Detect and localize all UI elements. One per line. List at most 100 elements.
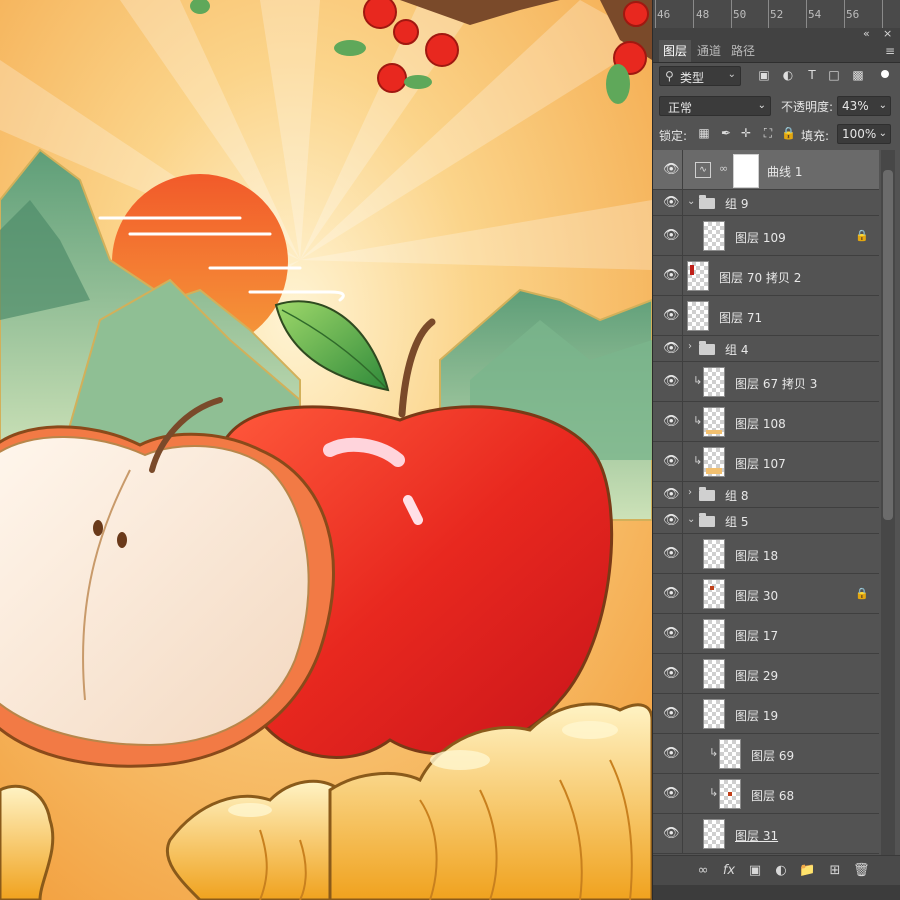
- layer-mask-thumbnail[interactable]: [733, 154, 759, 188]
- layer-name[interactable]: 图层 19: [735, 707, 778, 724]
- lock-position-icon[interactable]: ✛: [739, 126, 753, 140]
- image-filter-icon[interactable]: ▣: [757, 68, 771, 82]
- layer-name[interactable]: 图层 30: [735, 587, 778, 604]
- layer-name[interactable]: 图层 70 拷贝 2: [719, 269, 801, 286]
- layer-name[interactable]: 图层 31: [735, 827, 778, 844]
- tab-paths[interactable]: 路径: [727, 40, 759, 62]
- group-name[interactable]: 组 5: [725, 513, 748, 530]
- shape-filter-icon[interactable]: □: [827, 68, 841, 82]
- layer-row-68[interactable]: 👁 ↳ 图层 68: [653, 774, 879, 814]
- layer-row-17[interactable]: 👁 图层 17: [653, 614, 879, 654]
- layer-row-18[interactable]: 👁 图层 18: [653, 534, 879, 574]
- opacity-input[interactable]: 43% ⌄: [837, 96, 891, 116]
- tab-channels[interactable]: 通道: [693, 40, 725, 62]
- fx-icon[interactable]: fx: [721, 863, 737, 879]
- group-name[interactable]: 组 8: [725, 487, 748, 504]
- layer-name[interactable]: 图层 17: [735, 627, 778, 644]
- layer-row-69[interactable]: 👁 ↳ 图层 69: [653, 734, 879, 774]
- layer-name[interactable]: 图层 29: [735, 667, 778, 684]
- lock-artboard-icon[interactable]: ⛶: [761, 126, 775, 140]
- layer-row-curves-1[interactable]: 👁 ∿ ∞ 曲线 1: [653, 150, 879, 190]
- eye-icon[interactable]: 👁: [663, 626, 680, 641]
- new-group-icon[interactable]: 📁: [799, 863, 815, 879]
- layer-row-108[interactable]: 👁 ↳ 图层 108: [653, 402, 879, 442]
- eye-icon[interactable]: 👁: [663, 487, 680, 502]
- chevron-down-icon[interactable]: ⌄: [687, 196, 695, 207]
- chevron-down-icon[interactable]: ⌄: [687, 514, 695, 525]
- layer-name[interactable]: 图层 18: [735, 547, 778, 564]
- layer-name[interactable]: 图层 107: [735, 455, 786, 472]
- panel-title-bar: « ×: [653, 27, 900, 40]
- adjustment-layer-icon[interactable]: ◐: [773, 863, 789, 879]
- text-filter-icon[interactable]: T: [805, 68, 819, 82]
- layer-name[interactable]: 图层 108: [735, 415, 786, 432]
- layers-list[interactable]: 👁 ∿ ∞ 曲线 1 👁 ⌄ 组 9 👁 图层 109 🔒 👁 图层 70 拷贝…: [653, 150, 879, 855]
- blend-mode-select[interactable]: 正常 ⌄: [659, 96, 771, 116]
- layer-name[interactable]: 曲线 1: [767, 163, 802, 180]
- delete-icon[interactable]: 🗑: [853, 863, 870, 879]
- lock-transparent-pixels-icon[interactable]: ▦: [697, 126, 711, 140]
- layer-row-67-copy-3[interactable]: 👁 ↳ 图层 67 拷贝 3: [653, 362, 879, 402]
- tab-layers[interactable]: 图层: [659, 40, 692, 62]
- eye-icon[interactable]: 👁: [663, 268, 680, 283]
- ruler-mark: 48: [696, 8, 710, 21]
- lock-image-pixels-icon[interactable]: ✒: [719, 126, 733, 140]
- fill-input[interactable]: 100% ⌄: [837, 124, 891, 144]
- adjustment-filter-icon[interactable]: ◐: [781, 68, 795, 82]
- layer-row-group-4[interactable]: 👁 › 组 4: [653, 336, 879, 362]
- eye-icon[interactable]: 👁: [663, 162, 680, 177]
- eye-icon[interactable]: 👁: [663, 706, 680, 721]
- layer-row-109[interactable]: 👁 图层 109 🔒: [653, 216, 879, 256]
- filter-toggle-switch[interactable]: [881, 70, 889, 78]
- chevron-right-icon[interactable]: ›: [688, 341, 692, 352]
- link-icon[interactable]: ∞: [695, 863, 711, 879]
- chevron-right-icon[interactable]: ›: [688, 487, 692, 498]
- layer-name[interactable]: 图层 67 拷贝 3: [735, 375, 817, 392]
- eye-icon[interactable]: 👁: [663, 195, 680, 210]
- document-canvas[interactable]: [0, 0, 652, 900]
- layer-row-19[interactable]: 👁 图层 19: [653, 694, 879, 734]
- smart-object-filter-icon[interactable]: ▩: [851, 68, 865, 82]
- layer-name[interactable]: 图层 109: [735, 229, 786, 246]
- eye-icon[interactable]: 👁: [663, 414, 680, 429]
- eye-icon[interactable]: 👁: [663, 546, 680, 561]
- eye-icon[interactable]: 👁: [663, 826, 680, 841]
- group-name[interactable]: 组 9: [725, 195, 748, 212]
- layer-name[interactable]: 图层 68: [751, 787, 794, 804]
- ruler-tick: [655, 0, 656, 28]
- layer-name[interactable]: 图层 69: [751, 747, 794, 764]
- eye-icon[interactable]: 👁: [663, 454, 680, 469]
- layer-row-30[interactable]: 👁 图层 30 🔒: [653, 574, 879, 614]
- layers-scrollbar[interactable]: [881, 150, 895, 855]
- eye-icon[interactable]: 👁: [663, 374, 680, 389]
- layer-row-29[interactable]: 👁 图层 29: [653, 654, 879, 694]
- eye-icon[interactable]: 👁: [663, 746, 680, 761]
- layer-row-group-8[interactable]: 👁 › 组 8: [653, 482, 879, 508]
- eye-icon[interactable]: 👁: [663, 341, 680, 356]
- layer-name[interactable]: 图层 71: [719, 309, 762, 326]
- eye-icon[interactable]: 👁: [663, 786, 680, 801]
- layer-row-group-9[interactable]: 👁 ⌄ 组 9: [653, 190, 879, 216]
- close-panel-button[interactable]: ×: [883, 27, 892, 40]
- lock-all-icon[interactable]: 🔒: [781, 126, 796, 140]
- group-name[interactable]: 组 4: [725, 341, 748, 358]
- collapse-panel-button[interactable]: «: [863, 27, 870, 40]
- eye-icon[interactable]: 👁: [663, 586, 680, 601]
- panel-menu-icon[interactable]: ≡: [885, 44, 895, 58]
- new-layer-icon[interactable]: ⊞: [827, 863, 843, 879]
- layer-thumbnail: [687, 261, 709, 291]
- layer-row-70-copy-2[interactable]: 👁 图层 70 拷贝 2: [653, 256, 879, 296]
- layer-row-group-5[interactable]: 👁 ⌄ 组 5: [653, 508, 879, 534]
- layer-row-31[interactable]: 👁 图层 31: [653, 814, 879, 854]
- layer-kind-filter[interactable]: ⚲ 类型 ⌄: [659, 66, 741, 86]
- scrollbar-thumb[interactable]: [883, 170, 893, 520]
- eye-icon[interactable]: 👁: [663, 666, 680, 681]
- layer-row-107[interactable]: 👁 ↳ 图层 107: [653, 442, 879, 482]
- mask-link-icon[interactable]: ∞: [719, 162, 728, 175]
- eye-icon[interactable]: 👁: [663, 513, 680, 528]
- eye-icon[interactable]: 👁: [663, 308, 680, 323]
- layer-thumbnail: [703, 221, 725, 251]
- layer-row-71[interactable]: 👁 图层 71: [653, 296, 879, 336]
- eye-icon[interactable]: 👁: [663, 228, 680, 243]
- mask-icon[interactable]: ▣: [747, 863, 763, 879]
